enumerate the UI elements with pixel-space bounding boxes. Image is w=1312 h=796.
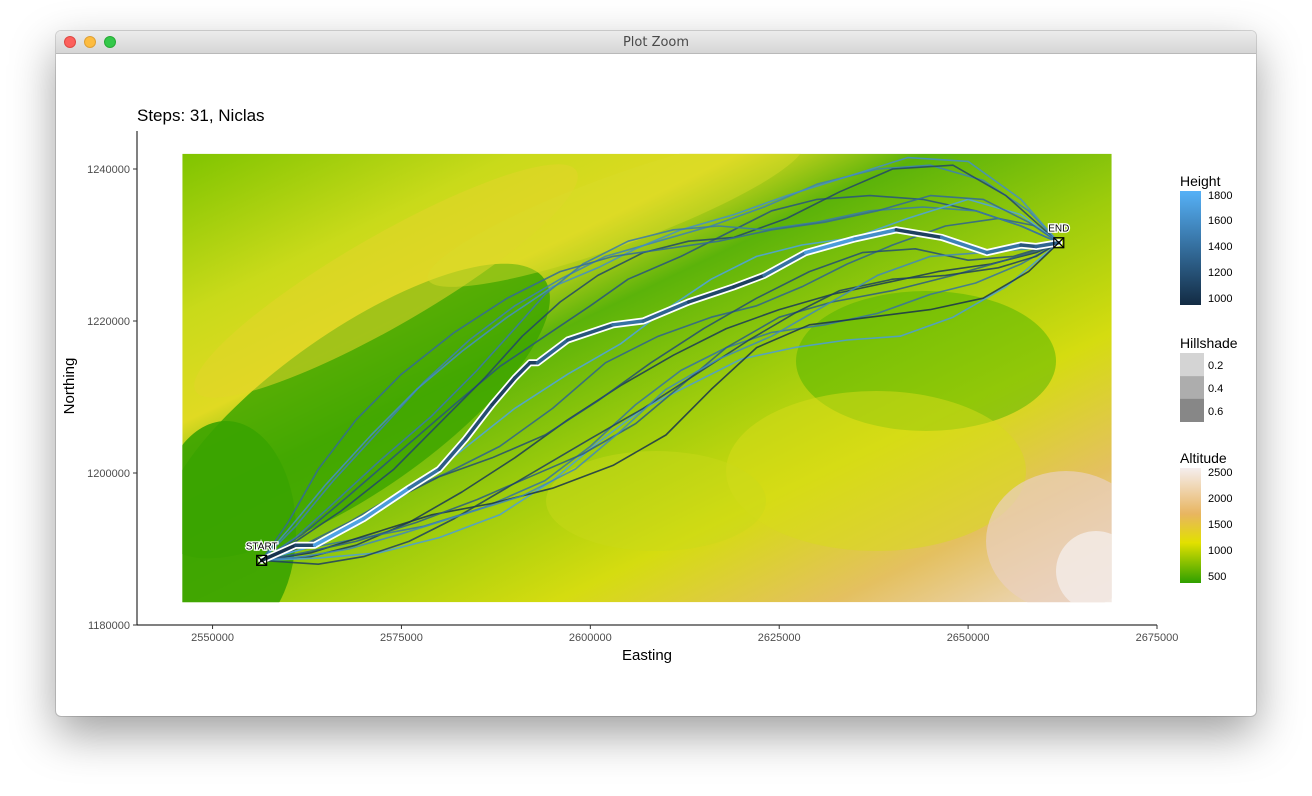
marker-label: START xyxy=(246,541,278,552)
legend-altitude-label: 1500 xyxy=(1208,519,1232,531)
legend-height-label: 1000 xyxy=(1208,293,1232,305)
marker-label: END xyxy=(1048,224,1069,235)
x-tick-label: 2600000 xyxy=(569,632,612,644)
plot-window: Plot Zoom Steps: 31, Niclas START END 25… xyxy=(56,31,1256,716)
x-tick-label: 2650000 xyxy=(947,632,990,644)
legend-hillshade-label: 0.6 xyxy=(1208,406,1223,418)
legend-altitude-label: 2000 xyxy=(1208,493,1232,505)
legend-height-title: Height xyxy=(1180,173,1221,189)
y-axis-ticks: 1180000 1200000 1220000 1240000 xyxy=(87,164,137,632)
legend-altitude-label: 1000 xyxy=(1208,545,1232,557)
legend-altitude-colorbar xyxy=(1180,468,1201,583)
y-tick-label: 1180000 xyxy=(88,620,130,632)
alps-snow xyxy=(1056,531,1112,603)
legend-altitude-label: 500 xyxy=(1208,571,1226,583)
legend-altitude-label: 2500 xyxy=(1208,467,1232,479)
route-plot: Steps: 31, Niclas START END 2550000 257500… xyxy=(61,106,1238,664)
y-tick-label: 1200000 xyxy=(87,468,130,480)
lowland-west xyxy=(182,421,296,603)
y-tick-label: 1220000 xyxy=(87,316,130,328)
y-tick-label: 1240000 xyxy=(87,164,130,176)
legend-hillshade-swatches xyxy=(1180,353,1204,422)
legend-altitude-title: Altitude xyxy=(1180,450,1227,466)
x-tick-label: 2625000 xyxy=(758,632,801,644)
legend-height-label: 1600 xyxy=(1208,215,1232,227)
x-tick-label: 2550000 xyxy=(191,632,234,644)
route-segment xyxy=(1019,243,1038,249)
chart-title: Steps: 31, Niclas xyxy=(137,106,265,125)
legend-hillshade-title: Hillshade xyxy=(1180,335,1238,351)
x-tick-label: 2675000 xyxy=(1136,632,1179,644)
y-axis-label: Northing xyxy=(61,358,78,415)
legend-hillshade-label: 0.2 xyxy=(1208,360,1223,372)
x-axis-ticks: 2550000 2575000 2600000 2625000 2650000 26750… xyxy=(191,625,1178,644)
x-axis-label: Easting xyxy=(622,647,672,664)
legend-height-label: 1200 xyxy=(1208,267,1232,279)
prealps xyxy=(726,391,1026,551)
legend-altitude: Altitude 2500 2000 1500 1000 500 xyxy=(1180,450,1232,583)
legend-height-label: 1800 xyxy=(1208,190,1232,202)
legend-height-colorbar xyxy=(1180,191,1201,305)
legend-hillshade-label: 0.4 xyxy=(1208,383,1223,395)
x-tick-label: 2575000 xyxy=(380,632,423,644)
legend-hillshade: Hillshade 0.2 0.4 0.6 xyxy=(1180,335,1238,422)
legend-height: Height 1800 1600 1400 1200 1000 xyxy=(1180,173,1232,305)
legend-height-label: 1400 xyxy=(1208,241,1232,253)
